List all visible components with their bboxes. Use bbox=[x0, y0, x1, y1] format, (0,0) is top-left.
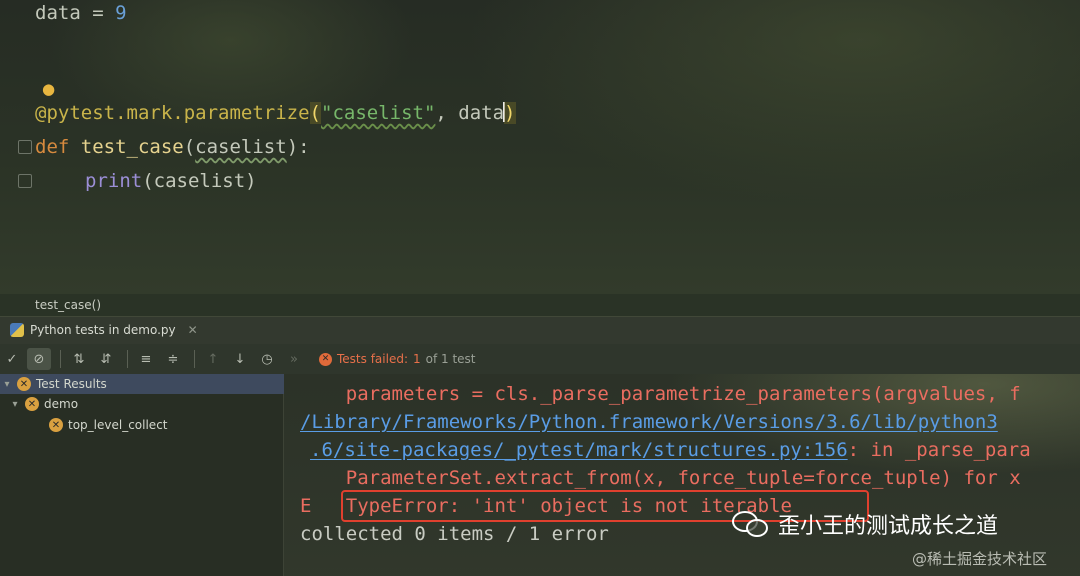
more-icon[interactable]: » bbox=[282, 348, 306, 370]
code-line-body[interactable]: print(caselist) bbox=[85, 168, 257, 194]
next-failed-icon[interactable]: ↓ bbox=[228, 348, 252, 370]
tree-label: Test Results bbox=[36, 377, 107, 391]
toolbar-divider bbox=[127, 350, 128, 368]
assign-op: = bbox=[80, 2, 116, 24]
toolbar-divider bbox=[60, 350, 61, 368]
sort-alpha-icon[interactable]: ⇅ bbox=[67, 348, 91, 370]
close-icon[interactable]: ✕ bbox=[188, 323, 198, 337]
fail-icon: ✕ bbox=[17, 377, 31, 391]
error-prefix: E bbox=[300, 495, 346, 517]
test-results-tree: ▾ ✕ Test Results ▾ ✕ demo ✕ top_level_co… bbox=[0, 374, 284, 576]
run-tab-bar: Python tests in demo.py ✕ bbox=[0, 316, 1080, 344]
fold-end-marker-icon[interactable] bbox=[18, 174, 32, 188]
console-line: .6/site-packages/_pytest/mark/structures… bbox=[310, 437, 1031, 463]
console-text: : in _parse_para bbox=[847, 439, 1031, 461]
console-link[interactable]: .6/site-packages/_pytest/mark/structures… bbox=[310, 439, 848, 461]
tree-label: top_level_collect bbox=[68, 418, 168, 432]
watermark-text: 歪小王的测试成长之道 bbox=[778, 514, 999, 539]
lightbulb-icon[interactable]: ● bbox=[42, 80, 55, 98]
expand-all-icon[interactable]: ≡ bbox=[134, 348, 158, 370]
history-icon[interactable]: ◷ bbox=[255, 348, 279, 370]
watermark: 歪小王的测试成长之道 bbox=[732, 508, 998, 540]
show-passed-icon[interactable]: ✓ bbox=[0, 348, 24, 370]
status-failed-label: Tests failed: bbox=[337, 352, 408, 366]
code-line-def[interactable]: def test_case(caselist): bbox=[35, 134, 310, 160]
console-output[interactable]: parameters = cls._parse_parametrize_para… bbox=[284, 374, 1080, 576]
param-caselist: caselist bbox=[195, 136, 287, 158]
breadcrumb[interactable]: test_case() bbox=[35, 298, 101, 312]
code-line-decorator[interactable]: @pytest.mark.parametrize("caselist", dat… bbox=[35, 100, 516, 126]
chevron-down-icon[interactable]: ▾ bbox=[10, 399, 20, 410]
chevron-down-icon[interactable]: ▾ bbox=[2, 379, 12, 390]
console-summary: collected 0 items / 1 error bbox=[300, 523, 609, 545]
console-link[interactable]: /Library/Frameworks/Python.framework/Ver… bbox=[300, 409, 998, 435]
watermark-sub: @稀土掘金技术社区 bbox=[912, 550, 1048, 568]
tree-item-top-level-collect[interactable]: ✕ top_level_collect bbox=[49, 415, 168, 435]
status-failed-count: 1 bbox=[413, 352, 421, 366]
test-status: ✕ Tests failed: 1 of 1 test bbox=[319, 352, 476, 366]
print-args: (caselist) bbox=[142, 170, 257, 192]
python-icon bbox=[10, 323, 24, 337]
arg-data: data bbox=[458, 102, 505, 124]
keyword-def: def bbox=[35, 136, 81, 158]
wechat-icon bbox=[732, 509, 772, 539]
run-toolbar: ✓ ⊘ ⇅ ⇵ ≡ ≑ ↑ ↓ ◷ » ✕ Tests failed: 1 of… bbox=[0, 344, 1080, 374]
previous-failed-icon[interactable]: ↑ bbox=[201, 348, 225, 370]
console-line: parameters = cls._parse_parametrize_para… bbox=[300, 383, 1021, 405]
paren-close: ) bbox=[504, 102, 516, 124]
string-caselist: "caselist" bbox=[321, 102, 436, 124]
paren-open: ( bbox=[183, 136, 196, 158]
tree-item-test-results[interactable]: ▾ ✕ Test Results bbox=[0, 374, 284, 394]
tree-label: demo bbox=[44, 397, 79, 411]
console-line: ParameterSet.extract_from(x, force_tuple… bbox=[300, 467, 1021, 489]
code-line-1[interactable]: data = 9 bbox=[35, 0, 127, 26]
fold-marker-icon[interactable] bbox=[18, 140, 32, 154]
comma: , bbox=[435, 102, 459, 124]
function-name: test_case bbox=[80, 136, 184, 158]
builtin-print: print bbox=[85, 170, 143, 192]
var-data: data bbox=[35, 2, 81, 24]
status-total: of 1 test bbox=[425, 352, 476, 366]
fail-icon: ✕ bbox=[25, 397, 39, 411]
toolbar-divider bbox=[194, 350, 195, 368]
tree-item-demo[interactable]: ▾ ✕ demo bbox=[10, 394, 78, 414]
run-tab-label: Python tests in demo.py bbox=[30, 323, 176, 337]
collapse-all-icon[interactable]: ≑ bbox=[161, 348, 185, 370]
error-icon: ✕ bbox=[319, 352, 332, 366]
run-tab[interactable]: Python tests in demo.py ✕ bbox=[10, 323, 198, 337]
paren-close: ): bbox=[286, 136, 310, 158]
paren-open: ( bbox=[309, 102, 321, 124]
sort-duration-icon[interactable]: ⇵ bbox=[94, 348, 118, 370]
fail-icon: ✕ bbox=[49, 418, 63, 432]
value-9: 9 bbox=[115, 2, 127, 24]
code-editor[interactable]: data = 9 ● @pytest.mark.parametrize("cas… bbox=[0, 0, 1080, 294]
show-ignored-icon[interactable]: ⊘ bbox=[27, 348, 51, 370]
decorator: @pytest.mark.parametrize bbox=[35, 102, 310, 124]
